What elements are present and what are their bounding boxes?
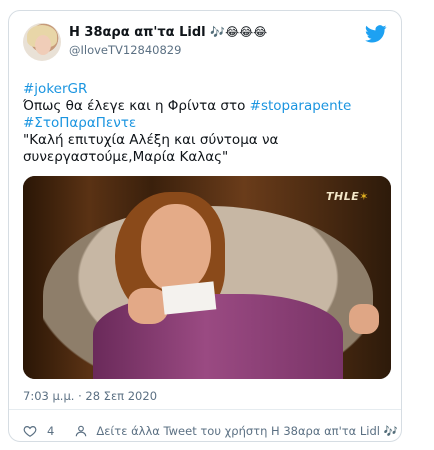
person-icon [76,425,87,437]
author-avatar[interactable] [23,23,61,61]
tweet-text: #jokerGR Όπως θα έλεγε και η Φρίντα στο … [23,81,393,166]
tweet-media-image[interactable]: THLE✶ [23,176,391,379]
hashtag-link[interactable]: #jokerGR [23,81,87,97]
hashtag-link[interactable]: #stoparapente [250,98,352,114]
heart-icon[interactable] [23,424,37,438]
more-tweets-link[interactable]: Δείτε άλλα Tweet του χρήστη Η 38αρα απ'τ… [96,424,398,438]
divider [9,409,401,410]
tweet-timestamp[interactable]: 7:03 μ.μ. · 28 Σεπ 2020 [23,389,157,403]
tweet-text-fragment: "Καλή επιτυχία Αλέξη και σύντομα να [23,132,279,148]
paper-card [161,281,217,315]
tweet-text-fragment: Όπως θα έλεγε και η Φρίντα στο [23,98,250,114]
author-name[interactable]: Η 38αρα απ'τα Lidl 🎶😂😂😂 [69,25,267,40]
hashtag-link[interactable]: #ΣτοΠαραΠεντε [23,115,136,131]
tweet-footer: 4 Δείτε άλλα Tweet του χρήστη Η 38αρα απ… [23,421,398,441]
channel-watermark: THLE✶ [326,190,369,203]
tweet-line-5: συνεργαστούμε,Μαρία Καλας" [23,149,393,166]
author-name-text: Η 38αρα απ'τα Lidl [69,25,206,40]
twitter-bird-icon[interactable] [365,25,387,43]
tweet-line-2: Όπως θα έλεγε και η Φρίντα στο #stoparap… [23,98,393,115]
tweet-text-fragment: συνεργαστούμε,Μαρία Καλας" [23,149,229,165]
tweet-line-3: #ΣτοΠαραΠεντε [23,115,393,132]
like-count: 4 [47,424,55,438]
tweet-card[interactable]: Η 38αρα απ'τα Lidl 🎶😂😂😂 @IloveTV12840829… [8,10,402,442]
tweet-line-1: #jokerGR [23,81,393,98]
author-handle[interactable]: @IloveTV12840829 [69,43,181,57]
author-emoji: 🎶😂😂😂 [210,25,268,39]
tweet-line-4: "Καλή επιτυχία Αλέξη και σύντομα να [23,132,393,149]
